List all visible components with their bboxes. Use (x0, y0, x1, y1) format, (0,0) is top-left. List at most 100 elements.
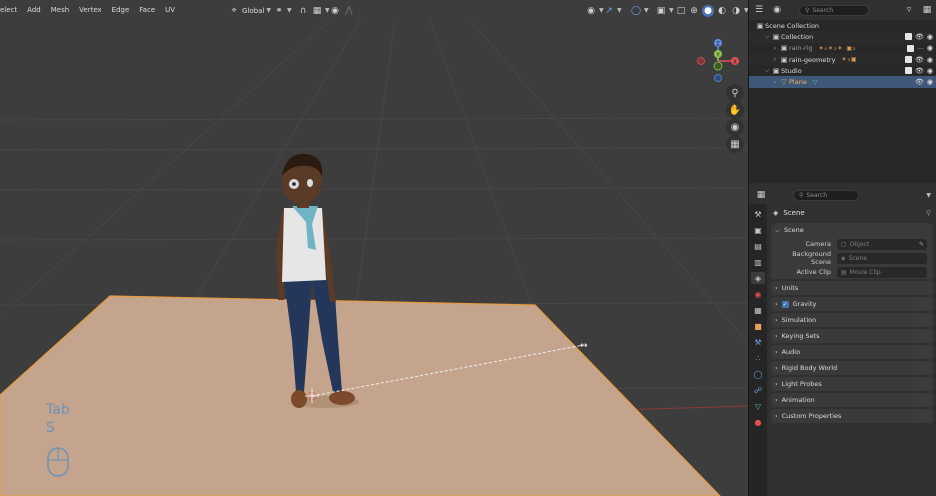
pin-icon[interactable]: ⚲ (926, 209, 931, 217)
particles-tab-icon[interactable]: ∴ (751, 352, 765, 364)
menu-vertex[interactable]: Vertex (79, 6, 102, 14)
zoom-icon[interactable]: ⚲ (726, 84, 744, 102)
navigation-gizmo[interactable]: Z X Y (693, 36, 743, 86)
light-probes-panel[interactable]: › Light Probes ⋮⋮ (771, 377, 933, 391)
new-collection-icon[interactable]: ▦ (921, 4, 933, 16)
visibility-dropdown[interactable]: ◉ ▼ (585, 4, 604, 17)
eye-hidden-icon[interactable]: — (917, 44, 924, 52)
xray-toggle[interactable]: □ (675, 4, 687, 17)
eye-icon[interactable]: 👁 (915, 78, 924, 86)
outliner-row-plane[interactable]: › ▽ Plane ▽ 👁 ◉ (749, 76, 936, 88)
drag-handle-icon[interactable]: ⋮⋮ (917, 317, 929, 324)
snap-toggle[interactable]: ∩ ▦ ▼ (297, 4, 330, 17)
chevron-down-icon[interactable]: ⌵ (763, 33, 771, 41)
scene-panel-header[interactable]: ⌵ Scene (771, 223, 933, 237)
active-clip-field[interactable]: ▤ Movie Clip (837, 266, 927, 278)
exclude-checkbox[interactable] (905, 33, 912, 41)
material-shading-icon[interactable]: ◐ (716, 5, 728, 17)
filter-icon[interactable]: ▿ (903, 4, 915, 16)
3d-viewport[interactable]: ↔ elect Add Mesh Vertex Edge Face UV ⌖ G… (0, 0, 748, 496)
simulation-panel[interactable]: › Simulation ⋮⋮ (771, 313, 933, 327)
properties-search-input[interactable]: ⚲ Search (793, 189, 859, 201)
display-mode-icon[interactable]: ◉ (771, 4, 783, 16)
outliner[interactable]: ☰ ◉ ⚲ Search ▿ ▦ ▣ Scene Collection ⌵ ▣ … (749, 0, 936, 183)
material-tab-icon[interactable]: ● (751, 416, 765, 428)
data-tab-icon[interactable]: ▽ (751, 400, 765, 412)
drag-handle-icon[interactable]: ⋮⋮ (917, 397, 929, 404)
chevron-right-icon[interactable]: › (771, 56, 779, 63)
proportional-editing-toggle[interactable]: ◉ ⋀ (329, 4, 355, 17)
exclude-checkbox[interactable] (905, 67, 912, 75)
outliner-row-rain-geometry[interactable]: › ▣ rain-geometry ✶₃▣ 👁 ◉ (749, 53, 936, 66)
eye-icon[interactable]: 👁 (915, 67, 924, 75)
chevron-right-icon[interactable]: › (771, 79, 779, 86)
outliner-row-rain-rig[interactable]: › ▣ rain-rig ✶₀✶₂✶ ▣₂ — ◉ (749, 43, 936, 54)
properties-editor-type-icon[interactable]: ▦ (755, 189, 767, 201)
camera-render-icon[interactable]: ◉ (927, 56, 933, 64)
scene-tab-icon[interactable]: ◈ (751, 272, 765, 284)
chevron-down-icon[interactable]: ▼ (926, 192, 931, 199)
menu-uv[interactable]: UV (165, 6, 175, 14)
outliner-row-scene-collection[interactable]: ▣ Scene Collection (749, 20, 936, 31)
menu-face[interactable]: Face (139, 6, 155, 14)
eye-icon[interactable]: 👁 (915, 56, 924, 64)
mesh-edit-overlays[interactable]: ▣ ▼ (655, 4, 674, 17)
pan-hand-icon[interactable]: ✋ (726, 101, 744, 119)
pivot-point-dropdown[interactable]: ⚭ ▼ (273, 4, 291, 17)
gravity-checkbox[interactable]: ✓ (781, 300, 789, 308)
animation-panel[interactable]: › Animation ⋮⋮ (771, 393, 933, 407)
drag-handle-icon[interactable]: ⋮⋮ (917, 381, 929, 388)
rigid-body-world-panel[interactable]: › Rigid Body World ⋮⋮ (771, 361, 933, 375)
tool-tab-icon[interactable]: ⚒ (751, 208, 765, 220)
view-layer-tab-icon[interactable]: ▥ (751, 256, 765, 268)
chevron-right-icon[interactable]: › (771, 45, 779, 52)
outliner-search-input[interactable]: ⚲ Search (799, 4, 869, 16)
chevron-down-icon[interactable]: ⌵ (763, 67, 771, 75)
units-panel[interactable]: › Units (771, 281, 933, 295)
transform-orientation-dropdown[interactable]: ⌖ Global ▼ (228, 4, 271, 17)
drag-handle-icon[interactable]: ⋮⋮ (917, 365, 929, 372)
menu-select[interactable]: elect (0, 6, 17, 14)
viewport-scene[interactable]: ↔ (0, 0, 748, 496)
camera-field[interactable]: □ Object ✎ (837, 238, 927, 250)
audio-panel[interactable]: › Audio ⋮⋮ (771, 345, 933, 359)
overlays-toggle[interactable]: ◯ ▼ (630, 4, 649, 17)
menu-edge[interactable]: Edge (112, 6, 130, 14)
drag-handle-icon[interactable]: ⋮⋮ (917, 333, 929, 340)
rendered-shading-icon[interactable]: ◑ (730, 5, 742, 17)
camera-render-icon[interactable]: ◉ (927, 33, 933, 41)
keying-sets-panel[interactable]: › Keying Sets ⋮⋮ (771, 329, 933, 343)
modifier-tab-icon[interactable]: ⚒ (751, 336, 765, 348)
wireframe-shading-icon[interactable]: ⊕ (688, 5, 700, 17)
custom-properties-panel[interactable]: › Custom Properties ⋮⋮ (771, 409, 933, 423)
outliner-editor-type-icon[interactable]: ☰ (753, 4, 765, 16)
menu-mesh[interactable]: Mesh (51, 6, 69, 14)
gizmo-toggle[interactable]: ↗ ▼ (603, 4, 621, 17)
gravity-panel[interactable]: › ✓ Gravity ⋮⋮ (771, 297, 933, 311)
render-tab-icon[interactable]: ▣ (751, 224, 765, 236)
outliner-row-studio[interactable]: ⌵ ▣ Studio 👁 ◉ (749, 65, 936, 76)
solid-shading-icon[interactable]: ● (702, 4, 714, 17)
drag-handle-icon[interactable]: ⋮⋮ (917, 413, 929, 420)
object-tab-icon[interactable]: ■ (751, 320, 765, 332)
perspective-grid-icon[interactable]: ▦ (726, 135, 744, 153)
shading-modes[interactable]: ⊕ ● ◐ ◑ ▼ (688, 4, 748, 17)
world-tab-icon[interactable]: ◉ (751, 288, 765, 300)
camera-view-icon[interactable]: ◉ (726, 118, 744, 136)
exclude-checkbox[interactable] (906, 44, 914, 52)
drag-handle-icon[interactable]: ⋮⋮ (917, 349, 929, 356)
properties-editor[interactable]: ▦ ⚲ Search ▼ ⚒ ▣ ▤ ▥ ◈ ◉ ▦ ■ ⚒ ∴ ◯ ☍ ▽ ●… (749, 186, 936, 496)
constraints-tab-icon[interactable]: ☍ (751, 384, 765, 396)
camera-render-icon[interactable]: ◉ (927, 44, 933, 52)
output-tab-icon[interactable]: ▤ (751, 240, 765, 252)
outliner-row-collection[interactable]: ⌵ ▣ Collection 👁 ◉ (749, 31, 936, 43)
drag-handle-icon[interactable]: ⋮⋮ (917, 301, 929, 308)
background-scene-field[interactable]: ◈ Scene (837, 252, 927, 264)
menu-add[interactable]: Add (27, 6, 41, 14)
exclude-checkbox[interactable] (905, 56, 912, 64)
camera-render-icon[interactable]: ◉ (927, 78, 933, 86)
camera-render-icon[interactable]: ◉ (927, 67, 933, 75)
collection-tab-icon[interactable]: ▦ (751, 304, 765, 316)
eye-icon[interactable]: 👁 (915, 33, 924, 41)
physics-tab-icon[interactable]: ◯ (751, 368, 765, 380)
